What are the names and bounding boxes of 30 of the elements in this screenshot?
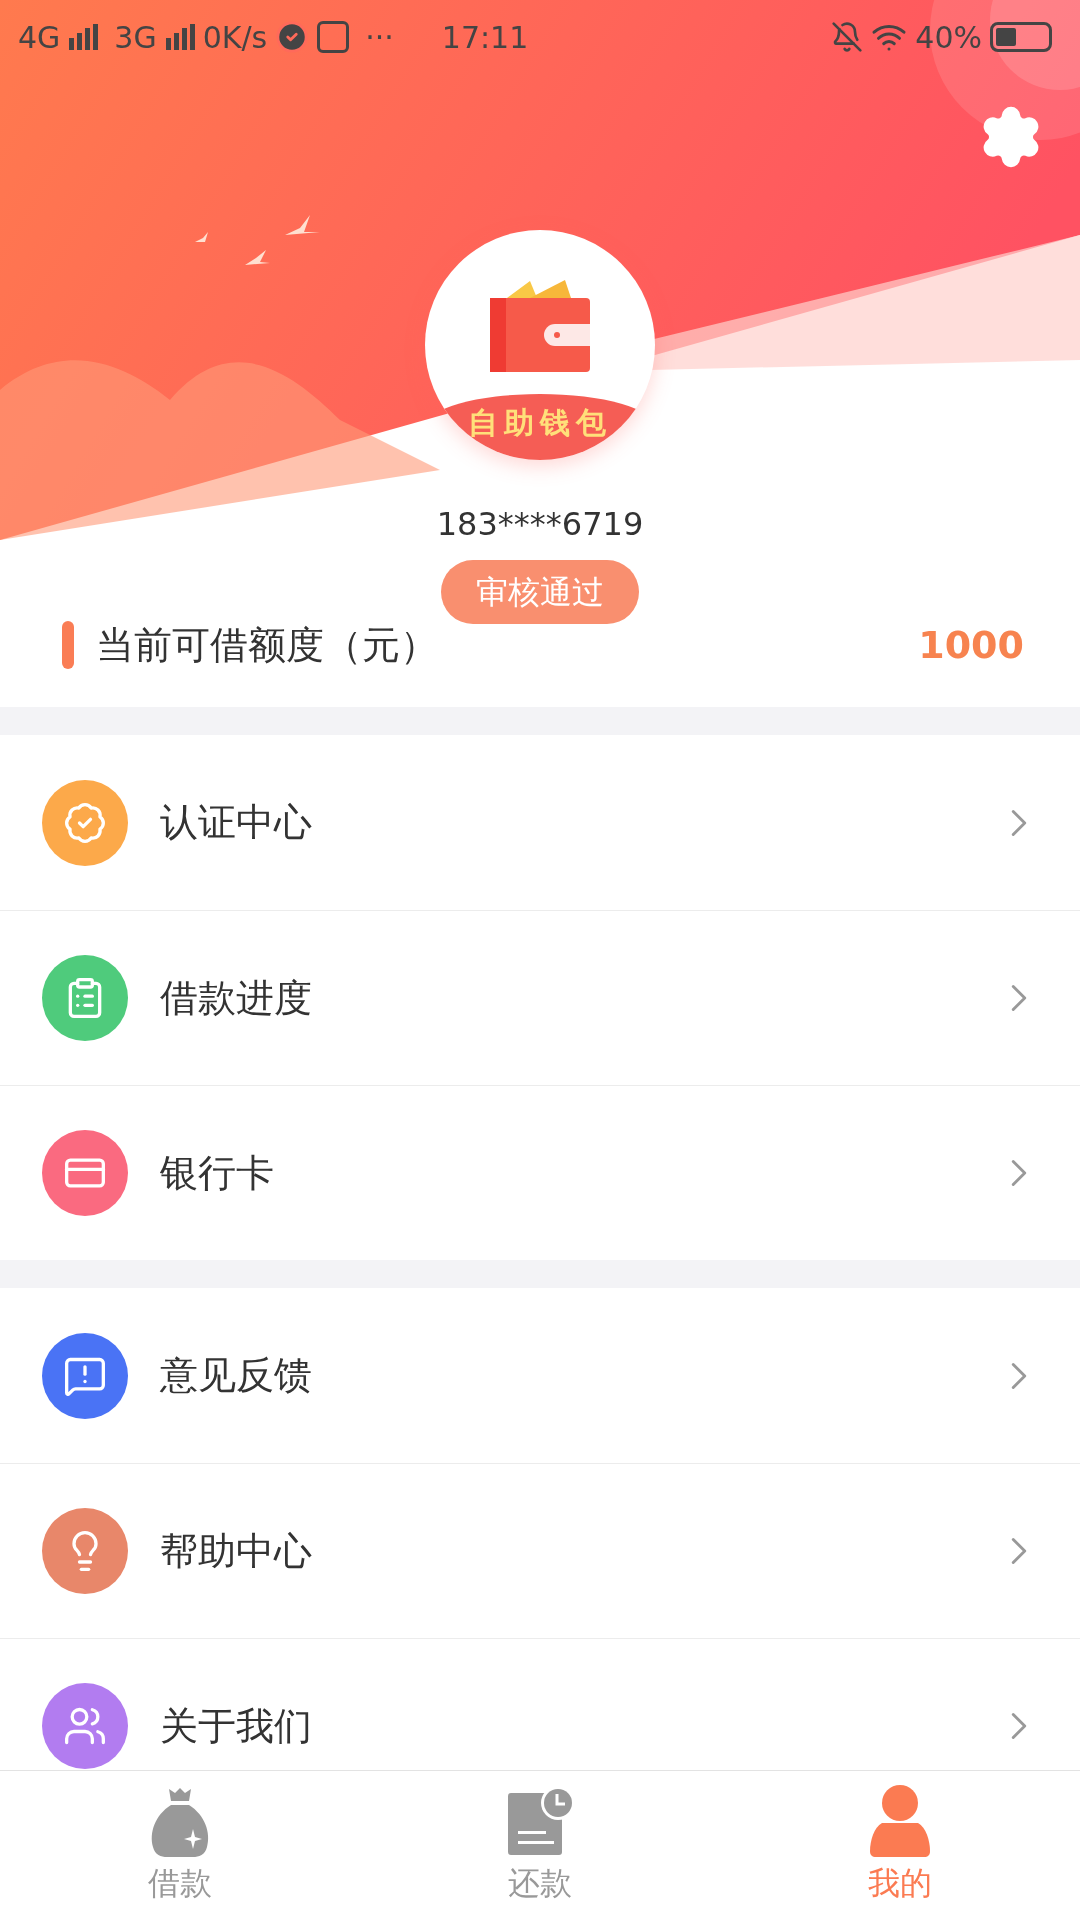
menu-label: 意见反馈 [160, 1352, 312, 1399]
menu-item[interactable]: 认证中心 [0, 735, 1080, 910]
menu-label: 关于我们 [160, 1702, 312, 1750]
network-label: 3G [114, 18, 157, 57]
menu-label: 银行卡 [160, 1149, 274, 1197]
credit-amount: 1000 [918, 621, 1024, 669]
menu-item[interactable]: 借款进度 [0, 910, 1080, 1085]
menu-item[interactable]: 意见反馈 [0, 1288, 1080, 1463]
menu-item[interactable]: 银行卡 [0, 1085, 1080, 1260]
signal-icon [164, 24, 195, 50]
more-indicator: ··· [365, 18, 394, 57]
network-label: 4G [18, 18, 61, 57]
speed-label: 0K/s [202, 18, 268, 57]
app-icon [317, 21, 350, 53]
menu-label: 借款进度 [160, 974, 312, 1022]
status-badge: 审核通过 [441, 560, 639, 624]
menu-item[interactable]: 帮助中心 [0, 1463, 1080, 1638]
bird-icon [194, 231, 210, 243]
battery-percent: 40% [915, 18, 982, 57]
signal-icon [68, 24, 99, 50]
credit-label: 当前可借额度（元） [96, 621, 438, 669]
person-icon [868, 1784, 932, 1857]
phone-number: 183****6719 [436, 504, 644, 545]
logo-text: 自助钱包 [468, 404, 612, 442]
battery-icon [990, 22, 1052, 52]
clock: 17:11 [441, 18, 529, 57]
mute-icon [831, 21, 864, 53]
accent-bar [62, 621, 74, 669]
menu-label: 认证中心 [160, 799, 312, 846]
menu-label: 帮助中心 [160, 1527, 312, 1575]
